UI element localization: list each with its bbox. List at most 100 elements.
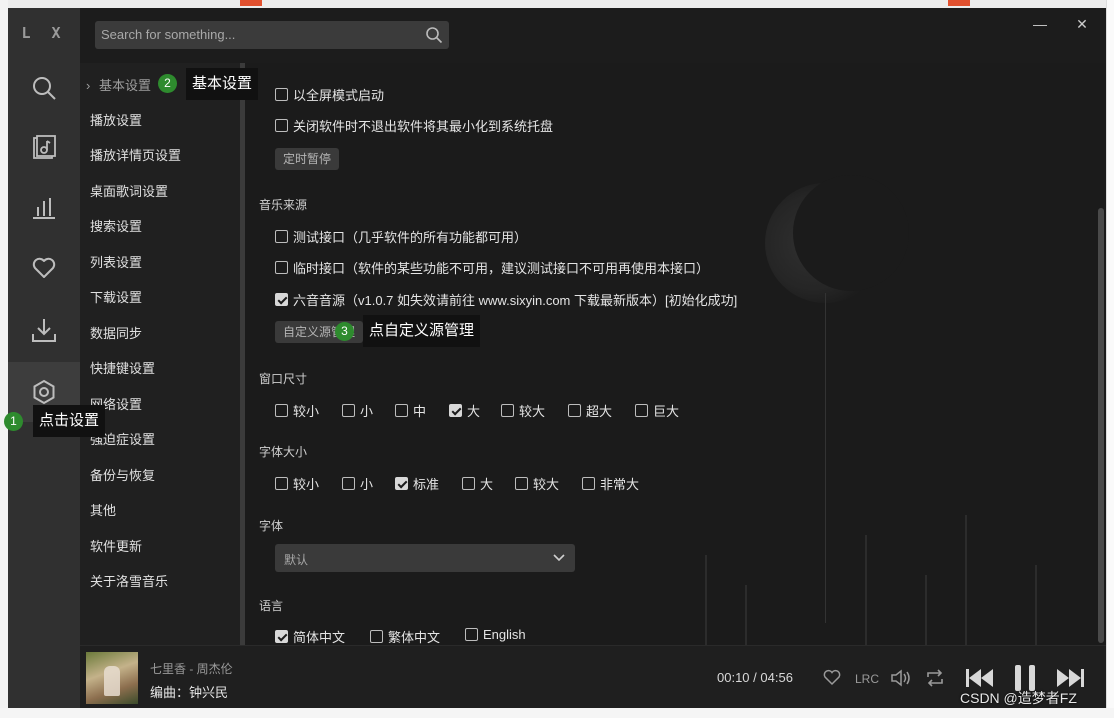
nav-item-basic[interactable]: › 基本设置 <box>86 75 151 94</box>
tray-checkbox[interactable]: 关闭软件时不退出软件将其最小化到系统托盘 <box>275 116 553 135</box>
step-badge-3: 3 <box>335 322 354 341</box>
rail-songlist-button[interactable] <box>8 118 80 178</box>
rail-favorites-button[interactable] <box>8 238 80 298</box>
checkbox-box <box>275 230 288 243</box>
nav-item-download[interactable]: 下载设置 <box>90 287 142 306</box>
rail-leaderboard-button[interactable] <box>8 178 80 238</box>
checkbox-box <box>275 293 288 306</box>
song-title[interactable]: 七里香 - 周杰伦 <box>150 660 233 677</box>
rail-download-button[interactable] <box>8 300 80 360</box>
settings-content: 以全屏模式启动 关闭软件时不退出软件将其最小化到系统托盘 定时暂停 音乐来源 测… <box>245 63 1106 645</box>
background-tab-marker <box>240 0 262 6</box>
play-time: 00:10 / 04:56 <box>717 670 793 685</box>
nav-item-sync[interactable]: 数据同步 <box>90 323 142 342</box>
font-size-option[interactable]: 较大 <box>515 474 559 493</box>
search-input[interactable]: Search for something... <box>95 21 449 49</box>
language-option[interactable]: 繁体中文 <box>370 627 440 645</box>
nav-item-update[interactable]: 软件更新 <box>90 536 142 555</box>
window-size-option[interactable]: 中 <box>395 401 426 420</box>
font-size-option[interactable]: 较小 <box>275 474 319 493</box>
background-tree <box>965 515 967 645</box>
repeat-icon[interactable] <box>925 668 945 688</box>
nav-item-play[interactable]: 播放设置 <box>90 110 142 129</box>
nav-item-about[interactable]: 关于洛雪音乐 <box>90 571 168 590</box>
music-source-title: 音乐来源 <box>259 198 308 212</box>
current-time: 00:10 <box>717 670 750 685</box>
background-moon-shadow <box>793 175 909 291</box>
nav-item-list[interactable]: 列表设置 <box>90 252 142 271</box>
checkbox-box <box>275 404 288 417</box>
close-button[interactable]: ✕ <box>1072 14 1092 34</box>
background-page-bottom <box>0 708 1114 718</box>
checkbox-label: 简体中文 <box>293 630 346 645</box>
minimize-button[interactable]: — <box>1030 14 1050 34</box>
source-test-checkbox[interactable]: 测试接口（几乎软件的所有功能都可用） <box>275 227 527 246</box>
font-size-title: 字体大小 <box>259 445 308 459</box>
window-size-option[interactable]: 巨大 <box>635 401 679 420</box>
font-size-option[interactable]: 小 <box>342 474 373 493</box>
previous-track-icon[interactable] <box>965 666 995 690</box>
nav-item-other[interactable]: 其他 <box>90 500 116 519</box>
window-size-option[interactable]: 大 <box>449 401 480 420</box>
checkbox-label: 临时接口（软件的某些功能不可用，建议测试接口不可用再使用本接口） <box>293 261 710 276</box>
step-badge-1: 1 <box>4 412 23 431</box>
heart-comment-icon[interactable] <box>822 668 842 688</box>
window-size-option[interactable]: 较大 <box>501 401 545 420</box>
checkbox-box <box>342 404 355 417</box>
checkbox-box <box>582 477 595 490</box>
checkbox-label: 较大 <box>519 404 546 419</box>
background-string <box>825 293 826 623</box>
language-option[interactable]: 简体中文 <box>275 627 345 645</box>
window-size-option[interactable]: 小 <box>342 401 373 420</box>
font-size-option[interactable]: 大 <box>462 474 493 493</box>
checkbox-box <box>275 630 288 643</box>
current-lyric: 编曲：钟兴民 <box>150 685 229 700</box>
font-size-option[interactable]: 标准 <box>395 474 439 493</box>
window-size-option[interactable]: 较小 <box>275 401 319 420</box>
language-option[interactable]: English <box>465 627 526 642</box>
checkbox-box <box>342 477 355 490</box>
checkbox-label: 关闭软件时不退出软件将其最小化到系统托盘 <box>293 119 554 134</box>
heart-icon <box>32 257 56 278</box>
volume-icon[interactable] <box>890 668 912 688</box>
duration: 04:56 <box>760 670 793 685</box>
checkbox-box <box>275 261 288 274</box>
checkbox-label: 巨大 <box>653 404 680 419</box>
checkbox-label: 较小 <box>293 477 320 492</box>
checkbox-box <box>465 628 478 641</box>
checkbox-box <box>635 404 648 417</box>
lrc-toggle[interactable]: LRC <box>855 672 879 686</box>
background-page-left <box>0 0 8 718</box>
search-icon <box>33 77 56 100</box>
chevron-down-icon <box>553 554 565 562</box>
music-note-icon <box>33 135 56 159</box>
content-scrollbar[interactable] <box>1098 208 1104 643</box>
rail-search-button[interactable] <box>8 58 80 118</box>
checkbox-box <box>275 477 288 490</box>
font-size-option[interactable]: 非常大 <box>582 474 639 493</box>
checkbox-label: 小 <box>360 404 374 419</box>
fullscreen-checkbox[interactable]: 以全屏模式启动 <box>275 85 384 104</box>
checkbox-box <box>370 630 383 643</box>
nav-item-backup[interactable]: 备份与恢复 <box>90 465 155 484</box>
font-title: 字体 <box>259 519 284 533</box>
search-icon[interactable] <box>425 26 443 44</box>
watermark: CSDN @造梦者FZ <box>960 690 1077 706</box>
background-tree <box>1035 565 1037 645</box>
nav-item-play-detail[interactable]: 播放详情页设置 <box>90 145 181 164</box>
app-logo: L X <box>21 24 67 42</box>
checkbox-label: 大 <box>480 477 494 492</box>
album-cover[interactable] <box>86 652 138 704</box>
timer-pause-button[interactable]: 定时暂停 <box>275 148 340 170</box>
font-select[interactable]: 默认 <box>275 544 575 572</box>
search-placeholder: Search for something... <box>101 27 236 42</box>
window-size-option[interactable]: 超大 <box>568 401 612 420</box>
source-temp-checkbox[interactable]: 临时接口（软件的某些功能不可用，建议测试接口不可用再使用本接口） <box>275 258 709 277</box>
source-sixyin-checkbox[interactable]: 六音音源（v1.0.7 如失效请前往 www.sixyin.com 下载最新版本… <box>275 290 737 309</box>
nav-item-search[interactable]: 搜索设置 <box>90 216 142 235</box>
nav-item-hotkey[interactable]: 快捷键设置 <box>90 358 155 377</box>
next-track-icon[interactable] <box>1055 666 1085 690</box>
background-page-right <box>1106 0 1114 718</box>
settings-nav: › 基本设置 播放设置 播放详情页设置 桌面歌词设置 搜索设置 列表设置 下载设… <box>80 63 240 645</box>
nav-item-desktop-lyric[interactable]: 桌面歌词设置 <box>90 181 168 200</box>
